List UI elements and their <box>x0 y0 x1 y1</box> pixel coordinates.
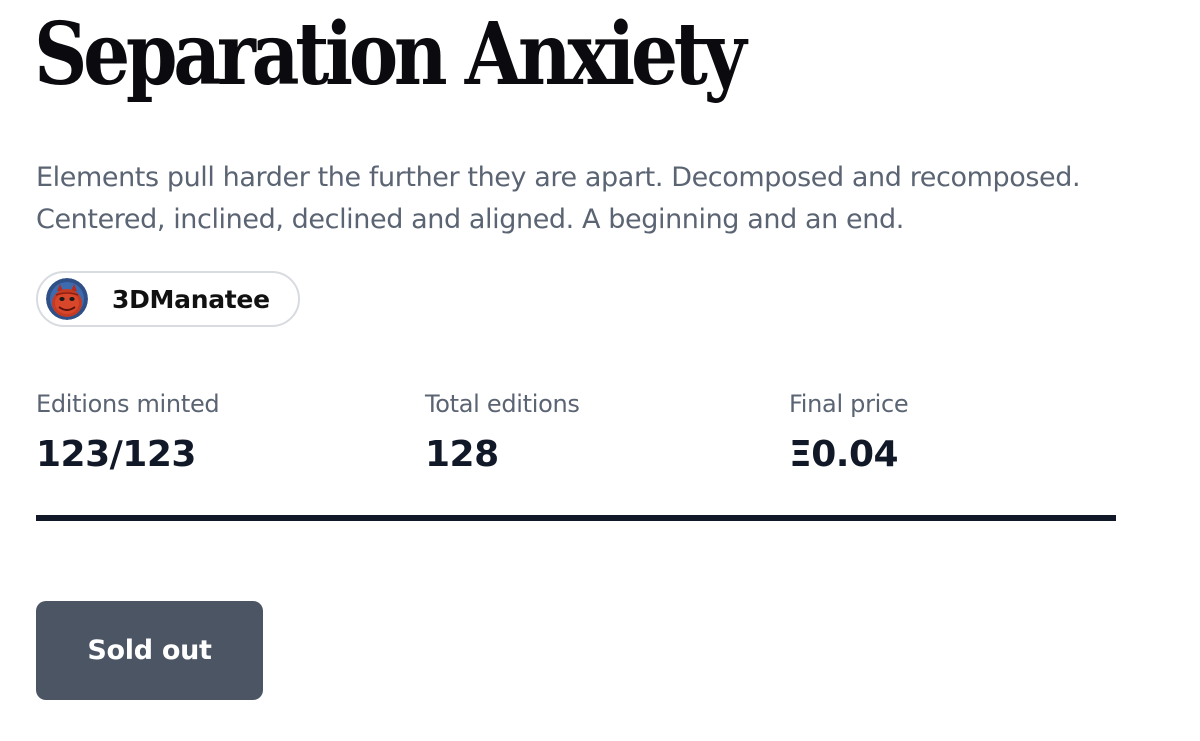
description-line-1: Elements pull harder the further they ar… <box>36 162 1081 193</box>
artist-chip[interactable]: 3DManatee <box>36 271 300 327</box>
sold-out-button[interactable]: Sold out <box>36 601 263 700</box>
stat-value: 123/123 <box>36 434 196 475</box>
stat-label: Editions minted <box>36 390 220 418</box>
stat-value: 128 <box>425 434 499 475</box>
stat-value: Ξ0.04 <box>789 434 899 475</box>
stat-label: Total editions <box>425 390 580 418</box>
page-title: Separation Anxiety <box>34 4 747 105</box>
stat-final-price: Final price Ξ0.04 <box>789 390 909 475</box>
description-line-2: Centered, inclined, declined and aligned… <box>36 204 904 235</box>
divider <box>36 515 1116 521</box>
stats-row: Editions minted 123/123 Total editions 1… <box>36 390 1116 490</box>
stat-total-editions: Total editions 128 <box>425 390 580 475</box>
devil-face-avatar-icon <box>46 278 88 320</box>
description: Elements pull harder the further they ar… <box>36 157 1126 241</box>
stat-editions-minted: Editions minted 123/123 <box>36 390 220 475</box>
stat-label: Final price <box>789 390 909 418</box>
artist-name: 3DManatee <box>112 284 270 314</box>
